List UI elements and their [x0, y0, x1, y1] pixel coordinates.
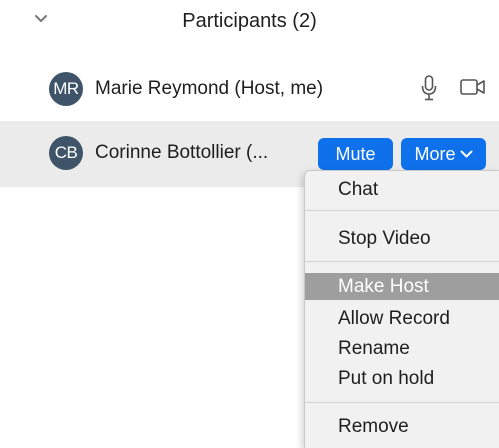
avatar: MR — [49, 72, 83, 106]
more-button-label: More — [414, 143, 456, 164]
mute-button[interactable]: Mute — [318, 138, 393, 170]
menu-divider — [305, 261, 499, 262]
avatar: CB — [49, 136, 83, 170]
participant-name: Corinne Bottollier (... — [95, 142, 269, 163]
panel-header: Participants (2) — [0, 0, 499, 46]
menu-divider — [305, 402, 499, 403]
menu-divider — [305, 210, 499, 211]
video-camera-icon[interactable] — [460, 78, 486, 96]
participant-name: Marie Reymond (Host, me) — [95, 78, 324, 99]
menu-item-stop-video[interactable]: Stop Video — [305, 225, 499, 252]
menu-item-put-on-hold[interactable]: Put on hold — [305, 365, 499, 392]
more-options-menu: Chat Stop Video Make Host Allow Record R… — [304, 170, 499, 448]
panel-title: Participants (2) — [182, 10, 317, 32]
menu-item-allow-record[interactable]: Allow Record — [305, 305, 499, 332]
menu-item-remove[interactable]: Remove — [305, 413, 499, 440]
microphone-icon[interactable] — [421, 75, 437, 101]
chevron-down-icon — [460, 150, 472, 157]
menu-item-rename[interactable]: Rename — [305, 335, 499, 362]
more-button[interactable]: More — [401, 138, 486, 170]
menu-item-chat[interactable]: Chat — [305, 176, 499, 203]
participant-row-marie[interactable]: MR Marie Reymond (Host, me) — [0, 57, 499, 123]
menu-item-make-host[interactable]: Make Host — [305, 273, 499, 300]
